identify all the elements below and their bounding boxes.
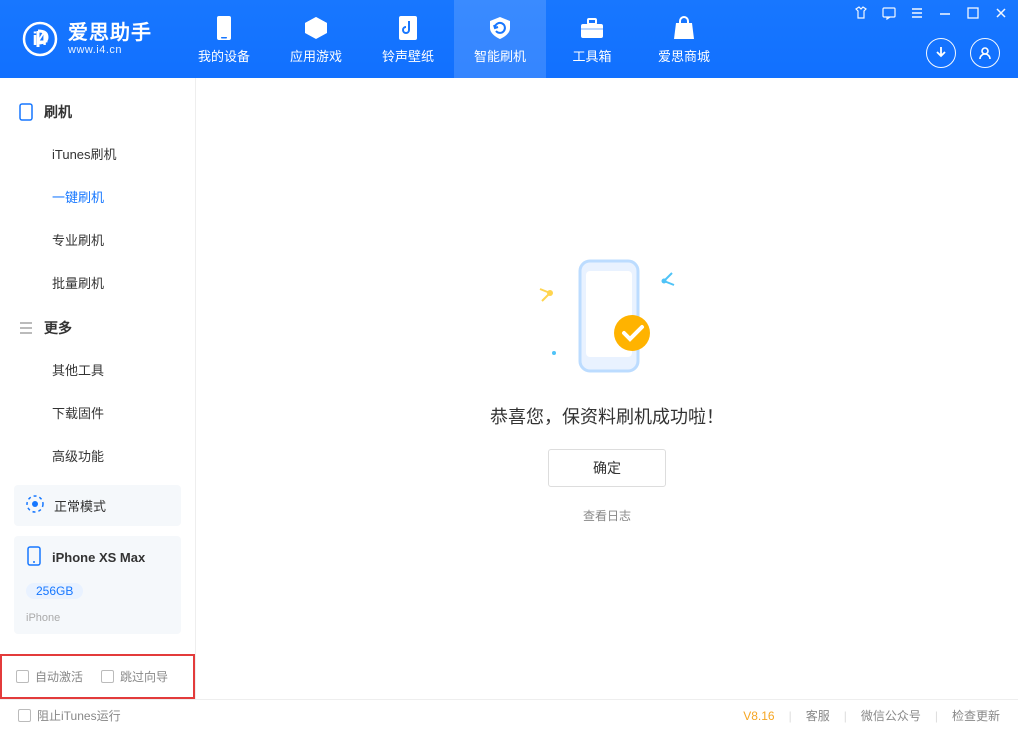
toolbox-icon xyxy=(578,14,606,42)
block-itunes-checkbox[interactable]: 阻止iTunes运行 xyxy=(18,707,121,724)
sidebar-other-tools[interactable]: 其他工具 xyxy=(0,348,195,391)
sidebar-oneclick-flash[interactable]: 一键刷机 xyxy=(0,175,195,218)
nav-toolbox[interactable]: 工具箱 xyxy=(546,0,638,78)
close-icon[interactable] xyxy=(994,6,1008,20)
app-logo: i4 爱思助手 www.i4.cn xyxy=(0,0,174,78)
footer-update[interactable]: 检查更新 xyxy=(952,707,1000,724)
bottom-options: 自动激活 跳过向导 xyxy=(0,654,195,699)
footer-wechat[interactable]: 微信公众号 xyxy=(861,707,921,724)
version-label: V8.16 xyxy=(743,709,774,723)
app-subtitle: www.i4.cn xyxy=(68,44,152,56)
group-more-header: 更多 xyxy=(0,304,195,348)
sync-icon xyxy=(26,495,44,516)
nav-ringtones[interactable]: 铃声壁纸 xyxy=(362,0,454,78)
skip-guide-checkbox[interactable]: 跳过向导 xyxy=(101,668,168,685)
sidebar-download-firmware[interactable]: 下载固件 xyxy=(0,391,195,434)
maximize-icon[interactable] xyxy=(966,6,980,20)
sidebar: 刷机 iTunes刷机 一键刷机 专业刷机 批量刷机 更多 其他工具 下载固件 … xyxy=(0,78,196,699)
nav-apps-games[interactable]: 应用游戏 xyxy=(270,0,362,78)
nav-flash[interactable]: 智能刷机 xyxy=(454,0,546,78)
user-icon[interactable] xyxy=(970,38,1000,68)
view-log-link[interactable]: 查看日志 xyxy=(583,507,631,524)
footer: 阻止iTunes运行 V8.16 | 客服 | 微信公众号 | 检查更新 xyxy=(0,699,1018,731)
ok-button[interactable]: 确定 xyxy=(548,449,666,487)
auto-activate-checkbox[interactable]: 自动激活 xyxy=(16,668,83,685)
header: i4 爱思助手 www.i4.cn 我的设备 应用游戏 铃声壁纸 智能 xyxy=(0,0,1018,78)
nav-tabs: 我的设备 应用游戏 铃声壁纸 智能刷机 工具箱 爱思商城 xyxy=(178,0,730,78)
body: 刷机 iTunes刷机 一键刷机 专业刷机 批量刷机 更多 其他工具 下载固件 … xyxy=(0,78,1018,699)
device-name: iPhone XS Max xyxy=(52,550,145,565)
shield-sync-icon xyxy=(486,14,514,42)
mode-card[interactable]: 正常模式 xyxy=(14,485,181,526)
header-right xyxy=(926,38,1000,68)
device-card[interactable]: iPhone XS Max 256GB iPhone xyxy=(14,536,181,634)
logo-icon: i4 xyxy=(22,21,58,57)
nav-store[interactable]: 爱思商城 xyxy=(638,0,730,78)
svg-text:i4: i4 xyxy=(32,29,47,49)
minimize-icon[interactable] xyxy=(938,6,952,20)
device-icon xyxy=(210,14,238,42)
sidebar-itunes-flash[interactable]: iTunes刷机 xyxy=(0,132,195,175)
device-type: iPhone xyxy=(26,612,60,624)
checkbox-icon xyxy=(16,670,29,683)
list-icon xyxy=(18,320,34,336)
device-capacity: 256GB xyxy=(26,583,83,599)
device-outline-icon xyxy=(18,104,34,120)
checkbox-icon xyxy=(18,709,31,722)
nav-my-device[interactable]: 我的设备 xyxy=(178,0,270,78)
feedback-icon[interactable] xyxy=(882,6,896,20)
app-window: i4 爱思助手 www.i4.cn 我的设备 应用游戏 铃声壁纸 智能 xyxy=(0,0,1018,731)
success-message: 恭喜您，保资料刷机成功啦！ xyxy=(490,403,724,429)
checkbox-icon xyxy=(101,670,114,683)
tshirt-icon[interactable] xyxy=(854,6,868,20)
sidebar-pro-flash[interactable]: 专业刷机 xyxy=(0,218,195,261)
group-flash-header: 刷机 xyxy=(0,88,195,132)
window-controls xyxy=(854,6,1008,20)
menu-icon[interactable] xyxy=(910,6,924,20)
sidebar-batch-flash[interactable]: 批量刷机 xyxy=(0,261,195,304)
phone-icon xyxy=(26,546,42,569)
main-panel: 恭喜您，保资料刷机成功啦！ 确定 查看日志 xyxy=(196,78,1018,699)
cube-icon xyxy=(302,14,330,42)
bag-icon xyxy=(670,14,698,42)
download-icon[interactable] xyxy=(926,38,956,68)
music-file-icon xyxy=(394,14,422,42)
footer-support[interactable]: 客服 xyxy=(806,707,830,724)
app-title: 爱思助手 xyxy=(68,22,152,44)
sidebar-advanced[interactable]: 高级功能 xyxy=(0,434,195,475)
success-illustration xyxy=(532,253,682,383)
